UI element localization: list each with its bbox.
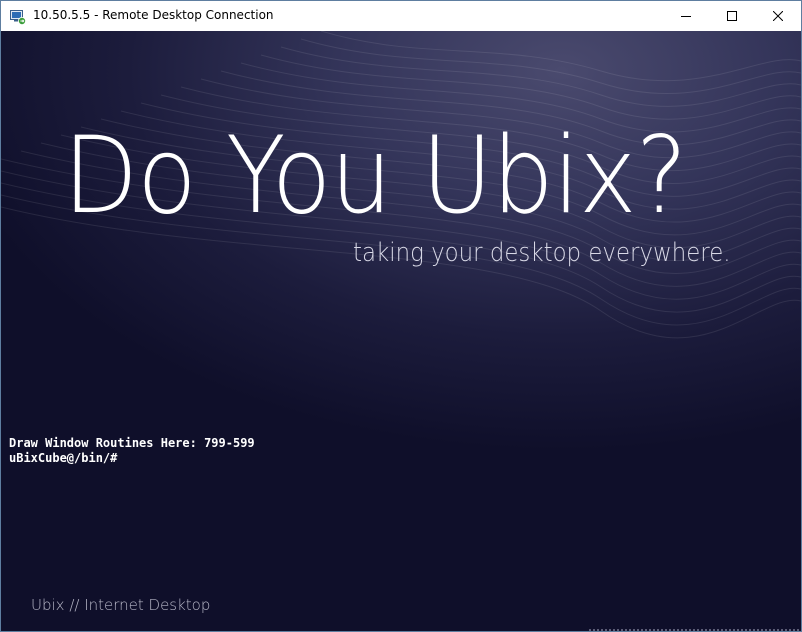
title-bar[interactable]: 10.50.5.5 - Remote Desktop Connection — [1, 1, 801, 31]
console-output[interactable]: Draw Window Routines Here: 799-599 uBixCu… — [9, 436, 255, 466]
remote-desktop-window: 10.50.5.5 - Remote Desktop Connection Do… — [0, 0, 802, 632]
bottom-edge-artifact — [589, 629, 801, 631]
maximize-button[interactable] — [709, 1, 755, 31]
remote-desktop-screen[interactable]: Do You Ubix? taking your desktop everywh… — [1, 31, 801, 631]
maximize-icon — [727, 11, 737, 21]
window-title: 10.50.5.5 - Remote Desktop Connection — [33, 8, 274, 22]
minimize-icon — [681, 16, 691, 17]
ubix-headline: Do You Ubix? — [63, 114, 688, 237]
console-prompt[interactable]: uBixCube@/bin/# — [9, 451, 255, 466]
desktop-footer-label: Ubix // Internet Desktop — [31, 596, 211, 614]
close-button[interactable] — [755, 1, 801, 31]
ubix-tagline: taking your desktop everywhere. — [353, 238, 731, 268]
minimize-button[interactable] — [663, 1, 709, 31]
close-icon — [773, 11, 783, 21]
remote-desktop-app-icon[interactable] — [10, 9, 26, 25]
console-line-draw-routines: Draw Window Routines Here: 799-599 — [9, 436, 255, 450]
